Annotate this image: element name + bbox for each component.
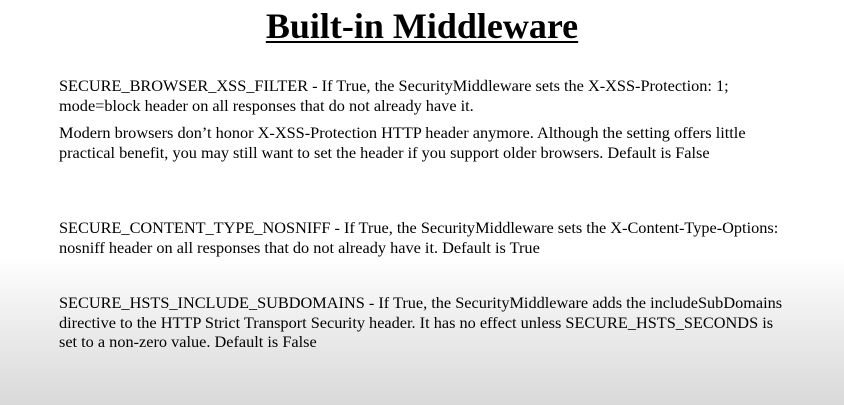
paragraph-xss-note: Modern browsers don’t honor X-XSS-Protec… [59,123,746,162]
paragraph-hsts-include-subdomains: SECURE_HSTS_INCLUDE_SUBDOMAINS - If True… [59,293,783,351]
slide-title-text: Built-in Middleware [265,6,579,46]
paragraph-xss-filter: SECURE_BROWSER_XSS_FILTER - If True, the… [59,76,729,115]
slide-title: Built-in Middleware [0,4,844,48]
paragraph-content-type-nosniff: SECURE_CONTENT_TYPE_NOSNIFF - If True, t… [59,218,779,257]
